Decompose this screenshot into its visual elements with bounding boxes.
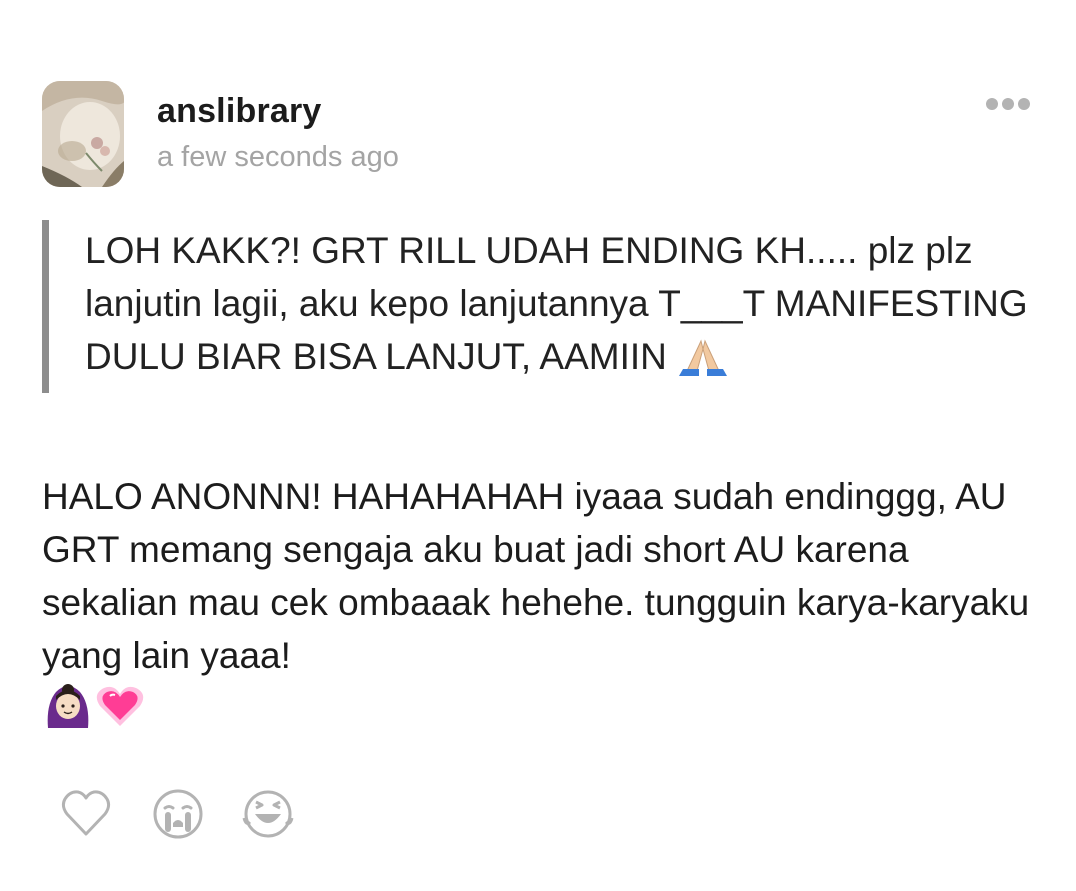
person-gesturing-ok-emoji bbox=[42, 682, 94, 744]
question-text: LOH KAKK?! GRT RILL UDAH ENDING KH..... … bbox=[85, 224, 1042, 391]
folded-hands-emoji bbox=[677, 337, 729, 391]
like-button[interactable] bbox=[60, 788, 112, 840]
crying-face-icon bbox=[153, 789, 203, 839]
ellipsis-icon bbox=[986, 98, 1030, 110]
asked-question: LOH KAKK?! GRT RILL UDAH ENDING KH..... … bbox=[42, 220, 1042, 393]
avatar[interactable] bbox=[42, 81, 124, 187]
sparkling-heart-emoji bbox=[94, 682, 146, 744]
timestamp: a few seconds ago bbox=[157, 141, 399, 173]
username[interactable]: anslibrary bbox=[157, 92, 322, 131]
sad-reaction-button[interactable] bbox=[152, 788, 204, 840]
heart-outline-icon bbox=[61, 790, 111, 836]
post-card: anslibrary a few seconds ago LOH KAKK?! … bbox=[0, 0, 1076, 891]
answer-text: HALO ANONNN! HAHAHAHAH iyaaa sudah endin… bbox=[42, 470, 1052, 744]
laughing-face-icon bbox=[242, 790, 294, 838]
avatar-image bbox=[42, 81, 124, 187]
more-options-button[interactable] bbox=[984, 93, 1032, 115]
laugh-reaction-button[interactable] bbox=[242, 788, 294, 840]
